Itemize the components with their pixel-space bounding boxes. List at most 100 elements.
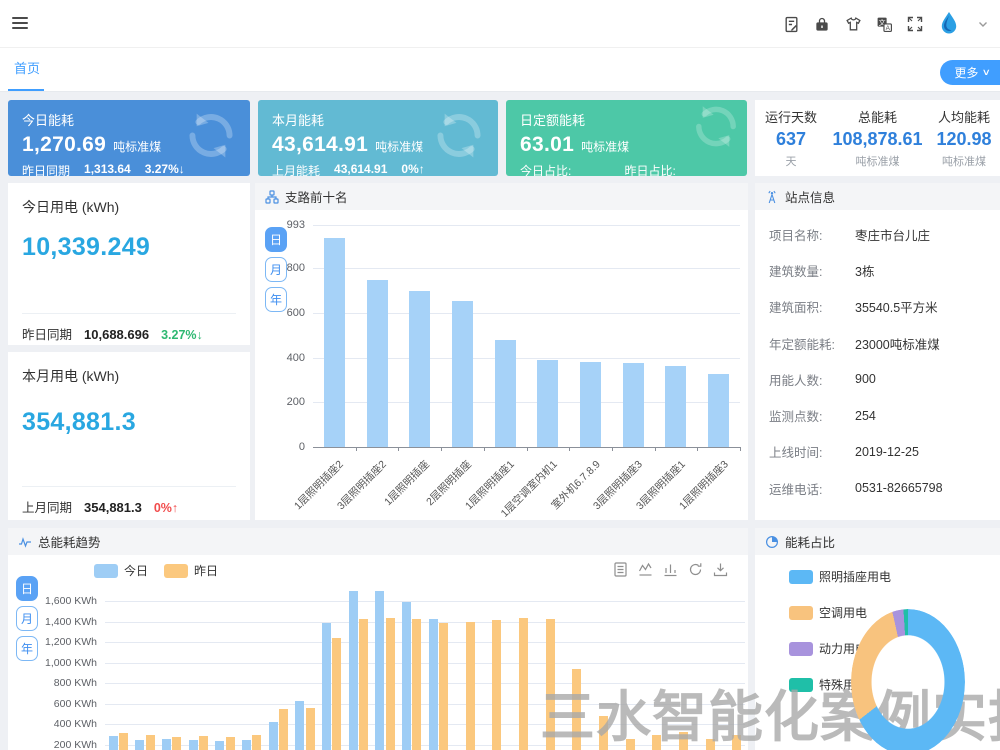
bar-今日[interactable] [189,740,198,750]
site-info-value: 3栋 [855,261,874,280]
bar-昨日[interactable] [439,623,448,750]
stat-card-sub-value: 1,313.64 [84,162,131,176]
tab-home[interactable]: 首页 [14,48,40,90]
bar-今日[interactable] [429,619,438,750]
bar-3层照明插座3[interactable] [623,363,644,447]
site-info-panel: 站点信息 项目名称:枣庄市台儿庄建筑数量:3栋建筑面积:35540.5平方米年定… [755,183,1000,520]
bar-昨日[interactable] [546,619,555,750]
usage-percent: 3.27%↓ [161,328,203,342]
bar-今日[interactable] [322,623,331,750]
bar-今日[interactable] [375,591,384,750]
period-button-月[interactable]: 月 [16,606,38,631]
axis-tick [612,447,613,451]
bar-昨日[interactable] [226,737,235,750]
bar-今日[interactable] [162,739,171,750]
work-order-icon[interactable] [782,15,800,33]
period-button-年[interactable]: 年 [265,287,287,312]
legend-item-今日[interactable]: 今日 [94,562,148,579]
language-icon[interactable]: 文A [875,15,893,33]
bar-昨日[interactable] [732,735,741,750]
bar-昨日[interactable] [279,709,288,750]
gridline [105,683,745,684]
y-axis-label: 200 KWh [29,739,97,750]
bar-1层照明插座1[interactable] [495,340,516,447]
donut-chart[interactable] [851,609,965,750]
bar-昨日[interactable] [332,638,341,750]
bar-昨日[interactable] [652,735,661,750]
theme-skin-icon[interactable] [844,15,862,33]
bar-今日[interactable] [349,591,358,750]
antenna-icon [765,190,779,204]
bar-昨日[interactable] [359,619,368,750]
user-dropdown-chevron-icon[interactable] [974,15,992,33]
period-button-月[interactable]: 月 [265,257,287,282]
bar-昨日[interactable] [626,739,635,750]
summary-run-days: 运行天数 637 天 [755,107,827,169]
site-info-row: 年定额能耗:23000吨标准煤 [769,325,990,361]
bar-今日[interactable] [215,741,224,750]
bar-2层照明插座[interactable] [452,301,473,447]
period-button-日[interactable]: 日 [265,227,287,252]
bar-昨日[interactable] [412,619,421,750]
panel-title: 能耗占比 [785,532,835,551]
bar-昨日[interactable] [679,732,688,750]
legend-item-照明插座用电[interactable]: 照明插座用电 [789,568,891,585]
trend-bar-chart[interactable]: 200 KWh400 KWh600 KWh800 KWh1,000 KWh1,2… [105,588,745,750]
fullscreen-icon[interactable] [906,15,924,33]
bar-今日[interactable] [295,701,304,750]
bar-昨日[interactable] [466,622,475,750]
stat-card-sub-percent: 0%↑ [401,162,424,176]
bar-昨日[interactable] [146,735,155,750]
logo-water-drop-icon[interactable] [937,11,961,37]
download-icon[interactable] [713,562,728,577]
bar-1层空调室内机1[interactable] [537,360,558,447]
usage-card-compare: 上月同期354,881.30%↑ [22,497,178,516]
site-info-label: 建筑数量: [769,261,855,280]
menu-toggle-icon[interactable] [12,14,32,34]
bar-3层照明插座1[interactable] [665,366,686,447]
lock-icon[interactable] [813,15,831,33]
bar-1层照明插座[interactable] [409,291,430,447]
line-chart-icon[interactable] [638,562,653,577]
legend-item-昨日[interactable]: 昨日 [164,562,218,579]
bar-昨日[interactable] [519,618,528,750]
bar-昨日[interactable] [119,733,128,750]
bar-昨日[interactable] [306,708,315,750]
bar-昨日[interactable] [172,737,181,750]
y-axis-label: 200 [263,396,305,408]
bar-昨日[interactable] [386,618,395,750]
bar-昨日[interactable] [706,739,715,750]
site-info-value: 枣庄市台儿庄 [855,225,930,244]
summary-per-capita: 人均能耗 120.98 吨标准煤 [928,107,1000,169]
bar-今日[interactable] [402,602,411,750]
branch-bar-chart[interactable]: 02004006008009931层照明插座23层照明插座21层照明插座2层照明… [313,225,740,447]
bar-今日[interactable] [109,736,118,750]
bar-今日[interactable] [269,722,278,750]
usage-percent: 0%↑ [154,501,178,515]
bar-昨日[interactable] [572,669,581,750]
bar-室外机6.7.8.9[interactable] [580,362,601,447]
bar-今日[interactable] [242,740,251,750]
bar-昨日[interactable] [252,735,261,750]
refresh-icon[interactable] [688,562,703,577]
trend-legend: 今日昨日 [94,562,218,579]
bar-昨日[interactable] [199,736,208,750]
site-info-label: 项目名称: [769,225,855,244]
period-button-日[interactable]: 日 [16,576,38,601]
period-button-group: 日月年 [265,227,287,312]
more-button[interactable]: 更多∨ [940,60,1000,85]
bar-昨日[interactable] [599,716,608,750]
bar-3层照明插座2[interactable] [367,280,388,447]
bar-chart-icon[interactable] [663,562,678,577]
bar-1层照明插座2[interactable] [324,238,345,447]
bar-今日[interactable] [135,740,144,750]
bar-昨日[interactable] [492,620,501,750]
panel-header: 支路前十名 [255,183,748,210]
site-info-row: 监测点数:254 [769,397,990,433]
axis-tick [740,447,741,451]
period-button-年[interactable]: 年 [16,636,38,661]
bar-1层照明插座3[interactable] [708,374,729,447]
y-axis-label: 400 [263,352,305,364]
panel-header: 站点信息 [755,183,1000,210]
data-view-icon[interactable] [613,562,628,577]
